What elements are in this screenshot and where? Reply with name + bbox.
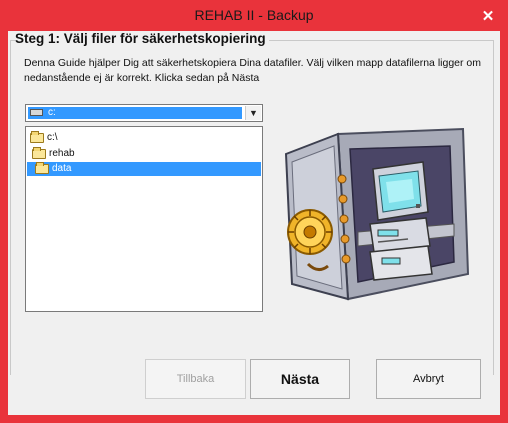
tree-item-label: c:\ [47, 132, 58, 143]
folder-open-icon [35, 162, 49, 174]
close-icon: ✕ [481, 8, 495, 25]
tree-item-label: rehab [49, 148, 75, 159]
drive-dropdown[interactable]: c: ▼ [25, 104, 263, 122]
drive-selected-value: c: [28, 107, 242, 119]
back-button[interactable]: Tillbaka [145, 359, 246, 399]
safe-illustration [278, 124, 478, 316]
backup-window: REHAB II - Backup ✕ Steg 1: Välj filer f… [0, 0, 508, 423]
tree-item-root[interactable]: c:\ [30, 131, 58, 145]
folder-tree[interactable]: c:\ rehab data [25, 126, 263, 312]
window-title: REHAB II - Backup [194, 7, 314, 23]
tree-item-data[interactable]: data [27, 162, 261, 176]
tree-item-rehab[interactable]: rehab [32, 147, 75, 161]
step-description: Denna Guide hjälper Dig att säkerhetskop… [24, 57, 482, 84]
dialog-body: Steg 1: Välj filer för säkerhetskopierin… [8, 31, 500, 415]
folder-open-icon [30, 131, 44, 143]
tree-item-label: data [52, 163, 72, 174]
safe-with-computer-icon [284, 127, 470, 301]
cancel-button[interactable]: Avbryt [376, 359, 481, 399]
chevron-down-icon: ▼ [249, 108, 258, 118]
dropdown-arrow-button[interactable]: ▼ [245, 106, 261, 120]
title-bar[interactable]: REHAB II - Backup ✕ [0, 0, 508, 31]
drive-icon [30, 109, 43, 116]
next-button[interactable]: Nästa [250, 359, 350, 399]
step-title: Steg 1: Välj filer för säkerhetskopierin… [15, 31, 269, 46]
close-button[interactable]: ✕ [474, 6, 502, 26]
folder-open-icon [32, 147, 46, 159]
